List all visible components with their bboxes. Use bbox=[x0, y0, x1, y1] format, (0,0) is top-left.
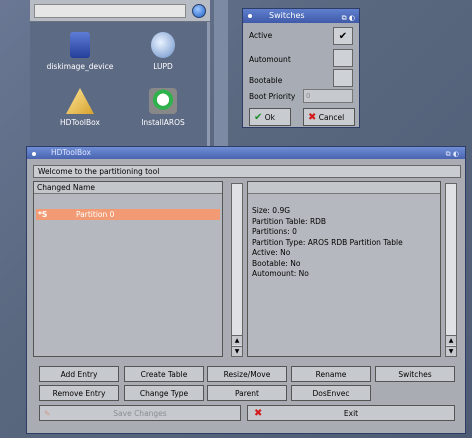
add-entry-button[interactable]: Add Entry bbox=[39, 366, 119, 382]
automount-checkbox[interactable] bbox=[333, 49, 353, 67]
icon-label: InstallAROS bbox=[141, 118, 185, 127]
info-automount: Automount: No bbox=[252, 269, 309, 278]
drawer-parent-icon[interactable] bbox=[192, 4, 206, 18]
info-bootable: Bootable: No bbox=[252, 258, 301, 268]
switches-titlebar[interactable]: Switches ⧉ ◐ bbox=[243, 9, 359, 23]
desktop-icon-lupd[interactable]: LUPD bbox=[128, 32, 198, 71]
info-header bbox=[248, 182, 440, 194]
info-text: Size: 0.9G Partition Table: RDB Partitio… bbox=[252, 206, 403, 280]
scroll-up-icon[interactable]: ▲ bbox=[446, 335, 456, 345]
resize-move-button[interactable]: Resize/Move bbox=[207, 366, 287, 382]
info-size: Size: 0.9G bbox=[252, 206, 291, 215]
welcome-text: Welcome to the partitioning tool bbox=[33, 165, 461, 178]
dosenvec-button[interactable]: DosEnvec bbox=[291, 385, 371, 401]
ok-button[interactable]: ✔ Ok bbox=[249, 108, 291, 126]
drawer-window: diskimage_device LUPD HDToolBox InstallA… bbox=[30, 0, 210, 146]
list-scrollbar[interactable]: ▲ ▼ bbox=[231, 183, 243, 357]
partition-info: Size: 0.9G Partition Table: RDB Partitio… bbox=[247, 181, 441, 357]
icon-label: LUPD bbox=[153, 62, 173, 71]
scroll-up-icon[interactable]: ▲ bbox=[232, 335, 242, 345]
save-changes-button: ✎ Save Changes bbox=[39, 405, 241, 421]
list-header: Changed Name bbox=[34, 182, 222, 194]
bootable-label: Bootable bbox=[249, 76, 283, 85]
cancel-label: Cancel bbox=[318, 113, 345, 122]
cancel-button[interactable]: ✖ Cancel bbox=[303, 108, 355, 126]
icon-label: HDToolBox bbox=[60, 118, 100, 127]
list-item[interactable]: *S Partition 0 bbox=[36, 209, 220, 220]
depth-gadget-icon[interactable]: ⧉ ◐ bbox=[446, 148, 459, 160]
install-icon bbox=[149, 88, 177, 114]
scroll-down-icon[interactable]: ▼ bbox=[232, 346, 242, 356]
change-type-button[interactable]: Change Type bbox=[124, 385, 204, 401]
cancel-icon: ✖ bbox=[308, 112, 317, 123]
save-icon: ✎ bbox=[44, 409, 51, 418]
automount-label: Automount bbox=[249, 55, 291, 64]
exit-icon: ✖ bbox=[254, 408, 263, 419]
switches-title: Switches bbox=[269, 11, 305, 20]
hdtoolbox-window: HDToolBox ⧉ ◐ Welcome to the partitionin… bbox=[26, 146, 466, 434]
parent-button[interactable]: Parent bbox=[207, 385, 287, 401]
list-item-name: Partition 0 bbox=[76, 210, 115, 219]
hdtoolbox-titlebar[interactable]: HDToolBox ⧉ ◐ bbox=[27, 147, 465, 159]
switches-button[interactable]: Switches bbox=[375, 366, 455, 382]
desktop-icon-installaros[interactable]: InstallAROS bbox=[128, 88, 198, 127]
tools-icon bbox=[66, 88, 94, 114]
disk-icon bbox=[70, 32, 90, 58]
info-scrollbar[interactable]: ▲ ▼ bbox=[445, 183, 457, 357]
save-changes-label: Save Changes bbox=[113, 409, 167, 418]
remove-entry-button[interactable]: Remove Entry bbox=[39, 385, 119, 401]
desktop: diskimage_device LUPD HDToolBox InstallA… bbox=[0, 0, 472, 438]
switches-window: Switches ⧉ ◐ Active ✔ Automount Bootable… bbox=[242, 8, 360, 128]
ok-label: Ok bbox=[264, 113, 276, 122]
exit-button[interactable]: ✖ Exit bbox=[247, 405, 455, 421]
drawer-path-field[interactable] bbox=[34, 4, 186, 18]
drawer-scrollbar[interactable] bbox=[214, 0, 228, 146]
desktop-icon-hdtoolbox[interactable]: HDToolBox bbox=[45, 88, 115, 127]
partition-list[interactable]: Changed Name *S Partition 0 bbox=[33, 181, 223, 357]
boot-priority-field[interactable]: 0 bbox=[303, 89, 353, 103]
info-partition-table: Partition Table: RDB bbox=[252, 216, 327, 226]
icon-label: diskimage_device bbox=[46, 62, 114, 71]
exit-label: Exit bbox=[343, 409, 359, 418]
active-checkbox[interactable]: ✔ bbox=[333, 27, 353, 45]
active-label: Active bbox=[249, 31, 273, 40]
close-icon[interactable] bbox=[248, 14, 252, 18]
bootable-checkbox[interactable] bbox=[333, 69, 353, 87]
boot-priority-label: Boot Priority bbox=[249, 92, 296, 101]
check-icon: ✔ bbox=[254, 112, 263, 123]
network-icon bbox=[151, 32, 175, 58]
drawer-toolbar bbox=[30, 0, 210, 22]
desktop-icon-diskimage[interactable]: diskimage_device bbox=[45, 32, 115, 71]
list-item-changed: *S bbox=[38, 210, 48, 219]
close-icon[interactable] bbox=[32, 152, 36, 156]
info-partition-type: Partition Type: AROS RDB Partition Table bbox=[252, 237, 403, 247]
hdtoolbox-title: HDToolBox bbox=[51, 148, 91, 157]
scroll-down-icon[interactable]: ▼ bbox=[446, 346, 456, 356]
info-active: Active: No bbox=[252, 248, 291, 257]
create-table-button[interactable]: Create Table bbox=[124, 366, 204, 382]
rename-button[interactable]: Rename bbox=[291, 366, 371, 382]
depth-gadget-icon[interactable]: ⧉ ◐ bbox=[342, 11, 355, 25]
info-partitions: Partitions: 0 bbox=[252, 227, 297, 236]
